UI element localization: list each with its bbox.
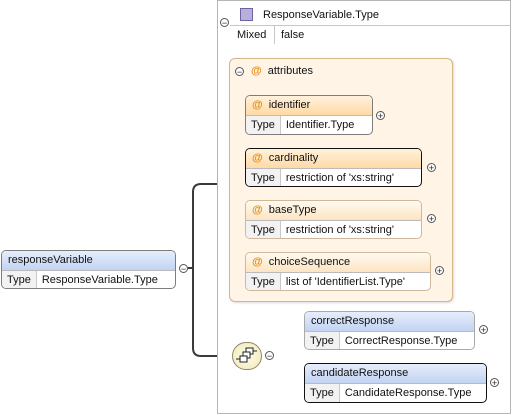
type-value: restriction of 'xs:string' [285,224,394,236]
type-value: list of 'IdentifierList.Type' [285,276,406,288]
expand-basetype-toggle[interactable]: + [427,214,436,224]
attribute-name: cardinality [268,152,319,164]
type-value: Identifier.Type [285,119,355,131]
complex-type-name: ResponseVariable.Type [263,9,379,21]
type-label: Type [246,116,281,134]
type-label: Type [246,273,281,290]
type-value: ResponseVariable.Type [41,274,158,286]
expand-cardinality-toggle[interactable]: + [427,163,436,173]
type-value: CorrectResponse.Type [344,335,458,347]
element-name: responseVariable [2,251,175,271]
attributes-label-text: attributes [267,65,313,77]
attribute-name: choiceSequence [268,256,351,268]
type-label: Type [305,384,340,402]
attribute-name: identifier [268,99,311,111]
type-divider [230,25,511,26]
mixed-divider [274,26,275,44]
expand-correctresponse-toggle[interactable]: + [479,325,488,335]
expand-identifier-toggle[interactable]: + [376,111,385,121]
attribute-identifier[interactable]: @ identifier Type Identifier.Type [245,95,373,135]
attribute-icon: @ [252,256,263,268]
element-name: correctResponse [305,312,474,332]
attributes-label: @ attributes [251,63,313,79]
sequence-icon [236,347,257,363]
element-name: candidateResponse [305,364,486,384]
type-value: CandidateResponse.Type [344,387,472,399]
attribute-icon: @ [252,152,263,164]
element-correctresponse[interactable]: correctResponse Type CorrectResponse.Type [304,311,475,350]
type-label: Type [246,221,281,238]
attribute-icon: @ [252,99,263,111]
element-responsevariable[interactable]: responseVariable Type ResponseVariable.Ty… [1,250,176,289]
attribute-name: baseType [268,204,317,216]
attribute-icon: @ [252,204,263,216]
type-label: Type [2,271,37,288]
attribute-basetype[interactable]: @ baseType Type restriction of 'xs:string' [245,200,422,239]
complex-type-icon [240,8,253,21]
mixed-label: Mixed [237,29,267,41]
mixed-value: false [281,29,305,41]
attribute-choicesequence[interactable]: @ choiceSequence Type list of 'IdentifierL… [245,252,431,291]
type-label: Type [305,332,340,349]
attribute-icon: @ [251,65,262,77]
type-value: restriction of 'xs:string' [285,172,394,184]
attribute-cardinality[interactable]: @ cardinality Type restriction of 'xs:stri… [245,148,422,187]
collapse-attributes-toggle[interactable]: − [235,67,244,77]
collapse-sequence-toggle[interactable]: − [265,351,274,361]
expand-choicesequence-toggle[interactable]: + [435,266,444,276]
sequence-compositor[interactable] [232,342,262,370]
type-label: Type [246,169,281,186]
collapse-type-toggle[interactable]: − [220,18,229,28]
element-candidateresponse[interactable]: candidateResponse Type CandidateResponse.… [304,363,487,403]
collapse-responsevariable-toggle[interactable]: − [179,264,188,274]
expand-candidateresponse-toggle[interactable]: + [490,378,499,388]
